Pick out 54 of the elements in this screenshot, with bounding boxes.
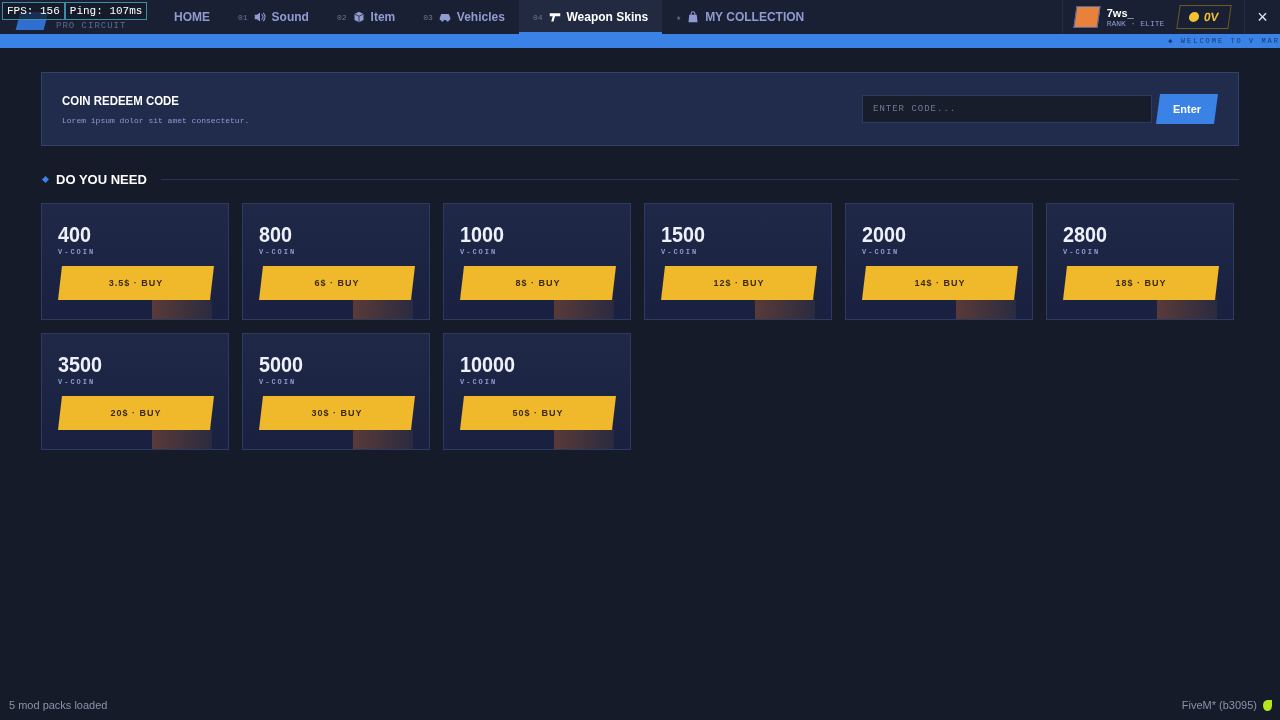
panel-title: COIN REDEEM CODE bbox=[62, 93, 180, 108]
coin-amount: 1500 bbox=[661, 222, 707, 248]
enter-button[interactable]: Enter bbox=[1156, 94, 1218, 124]
section-title: DO YOU NEED bbox=[56, 171, 147, 187]
nav-tab[interactable]: 02 Item bbox=[322, 0, 410, 34]
build-info: FiveM* (b3095) bbox=[1181, 699, 1257, 711]
nav-tab[interactable]: 01 Sound bbox=[224, 0, 323, 34]
coin-amount: 5000 bbox=[259, 352, 305, 378]
pistol-icon bbox=[548, 11, 561, 23]
photo-placeholder bbox=[1157, 299, 1217, 319]
buy-button[interactable]: 6$ · BUY bbox=[259, 266, 415, 300]
speaker-icon bbox=[253, 11, 266, 23]
photo-placeholder bbox=[353, 299, 413, 319]
ping-counter: Ping: 107ms bbox=[64, 2, 148, 20]
nav-tab[interactable]: 03 Vehicles bbox=[409, 0, 519, 34]
coin-icon bbox=[1188, 12, 1200, 22]
cube-icon bbox=[352, 11, 365, 23]
coin-amount: 3500 bbox=[58, 352, 104, 378]
buy-button[interactable]: 14$ · BUY bbox=[862, 266, 1018, 300]
buy-button[interactable]: 3.5$ · BUY bbox=[58, 266, 214, 300]
nav-tab[interactable]: HOME bbox=[160, 0, 224, 34]
buy-button[interactable]: 30$ · BUY bbox=[259, 396, 415, 430]
buy-button[interactable]: 50$ · BUY bbox=[460, 396, 616, 430]
photo-placeholder bbox=[353, 429, 413, 449]
fps-counter: FPS: 156 bbox=[2, 2, 65, 20]
coin-amount: 2800 bbox=[1063, 222, 1109, 248]
status-text: 5 mod packs loaded bbox=[9, 699, 108, 711]
photo-placeholder bbox=[755, 299, 815, 319]
buy-button[interactable]: 20$ · BUY bbox=[58, 396, 214, 430]
buy-button[interactable]: 8$ · BUY bbox=[460, 266, 616, 300]
bag-icon bbox=[687, 11, 700, 23]
panel-description: Lorem ipsum dolor sit amet consectetur. bbox=[62, 116, 251, 125]
photo-placeholder bbox=[554, 299, 614, 319]
nav-tab[interactable]: 04 Weapon Skins bbox=[518, 0, 663, 34]
coin-balance: 0V bbox=[1176, 5, 1232, 29]
coin-amount: 1000 bbox=[460, 222, 506, 248]
nav-tab[interactable]: ★ MY COLLECTION bbox=[662, 0, 819, 34]
photo-placeholder bbox=[956, 299, 1016, 319]
avatar bbox=[1073, 6, 1101, 28]
coin-amount: 400 bbox=[58, 222, 93, 248]
buy-button[interactable]: 18$ · BUY bbox=[1063, 266, 1219, 300]
photo-placeholder bbox=[152, 429, 212, 449]
buy-button[interactable]: 12$ · BUY bbox=[661, 266, 817, 300]
photo-placeholder bbox=[554, 429, 614, 449]
leaf-icon bbox=[1263, 699, 1272, 711]
user-rank: RANK · ELITE bbox=[1106, 18, 1165, 28]
username: 7ws_ bbox=[1106, 6, 1135, 19]
coin-amount: 2000 bbox=[862, 222, 908, 248]
coin-amount: 800 bbox=[259, 222, 294, 248]
photo-placeholder bbox=[152, 299, 212, 319]
coin-amount: 10000 bbox=[460, 352, 517, 378]
code-input[interactable]: ENTER CODE... bbox=[862, 95, 1152, 123]
logo-subtitle: PRO CIRCUIT bbox=[56, 21, 127, 31]
car-icon bbox=[438, 11, 451, 23]
